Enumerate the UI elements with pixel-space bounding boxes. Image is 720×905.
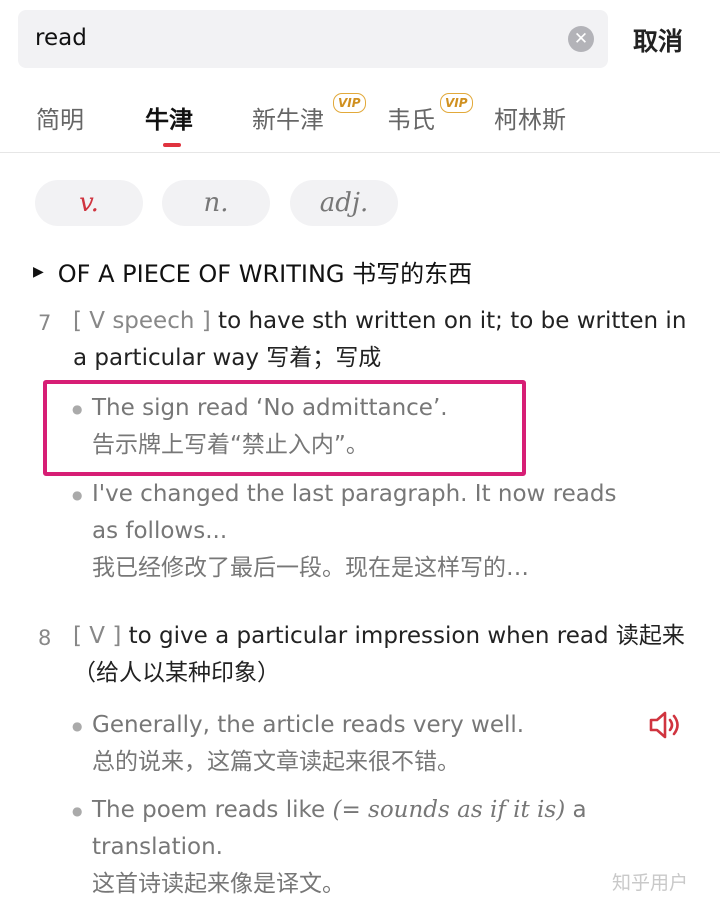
- search-bar[interactable]: read ✕: [18, 10, 608, 68]
- divider: [0, 152, 720, 153]
- gloss-note: (= sounds as if it is): [332, 797, 566, 823]
- tab-oxford[interactable]: 牛津: [145, 100, 193, 135]
- cancel-button[interactable]: 取消: [633, 22, 683, 58]
- grammar-code: [ V speech ]: [73, 308, 211, 334]
- tab-collins[interactable]: 柯林斯: [494, 100, 566, 135]
- section-heading[interactable]: ▶ OF A PIECE OF WRITING 书写的东西: [33, 254, 472, 289]
- sense-definition: [ V speech ] to have sth written on it; …: [73, 303, 693, 377]
- example-sentence: The poem reads like (= sounds as if it i…: [92, 792, 612, 903]
- bullet: ●: [72, 804, 83, 818]
- speaker-icon[interactable]: [649, 710, 683, 740]
- example-sentence: Generally, the article reads very well. …: [92, 707, 652, 781]
- example-en: I've changed the last paragraph. It now …: [92, 481, 617, 544]
- clear-icon[interactable]: ✕: [568, 26, 594, 52]
- example-zh: 这首诗读起来像是译文。: [92, 871, 345, 897]
- tab-webster[interactable]: 韦氏: [387, 100, 435, 135]
- sense-number: 8: [38, 626, 52, 650]
- example-sentence: I've changed the last paragraph. It now …: [92, 476, 632, 587]
- vip-badge: VIP: [333, 93, 366, 113]
- grammar-code: [ V ]: [73, 623, 122, 649]
- dictionary-tabs: 简明 牛津 新牛津 VIP 韦氏 VIP 柯林斯: [0, 90, 720, 150]
- pos-filter-verb[interactable]: v.: [35, 180, 143, 226]
- example-zh: 总的说来，这篇文章读起来很不错。: [92, 749, 460, 775]
- example-zh: 我已经修改了最后一段。现在是这样写的…: [92, 555, 529, 581]
- active-tab-indicator: [163, 143, 181, 147]
- bullet: ●: [72, 488, 83, 502]
- example-en: Generally, the article reads very well.: [92, 712, 525, 738]
- vip-badge: VIP: [440, 93, 473, 113]
- sense-number: 7: [38, 311, 52, 335]
- example-en: The poem reads like (= sounds as if it i…: [92, 797, 587, 860]
- highlight-annotation-box: [43, 380, 526, 476]
- watermark: 知乎用户: [612, 872, 689, 894]
- sense-definition: [ V ] to give a particular impression wh…: [73, 618, 688, 692]
- tab-jianming[interactable]: 简明: [36, 100, 84, 135]
- section-title: OF A PIECE OF WRITING 书写的东西: [57, 260, 473, 288]
- pos-filter-adjective[interactable]: adj.: [290, 180, 398, 226]
- pos-filter-noun[interactable]: n.: [162, 180, 270, 226]
- bullet: ●: [72, 719, 83, 733]
- definition-text: to give a particular impression when rea…: [73, 623, 685, 686]
- expand-triangle-icon[interactable]: ▶: [33, 264, 44, 280]
- tab-new-oxford[interactable]: 新牛津: [252, 100, 324, 135]
- search-input[interactable]: read: [35, 25, 87, 51]
